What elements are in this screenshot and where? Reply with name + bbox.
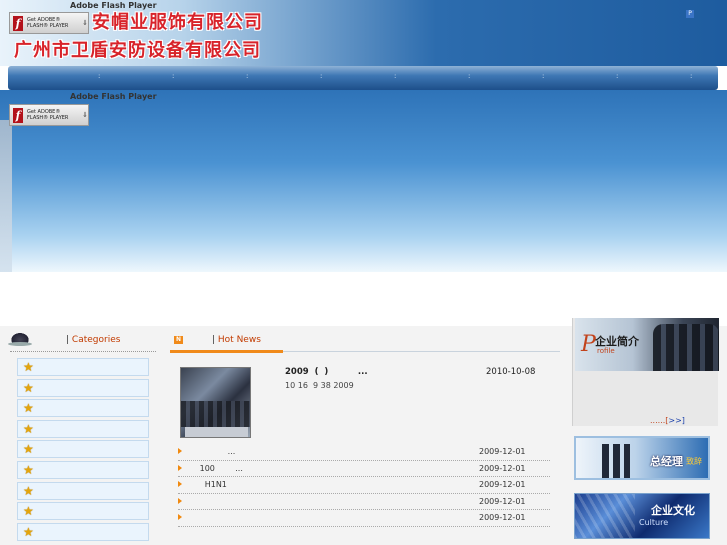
banner-flash-label: Adobe Flash Player	[70, 92, 157, 101]
flash-banner	[0, 90, 727, 272]
culture-pattern	[575, 494, 635, 538]
banner-get-flash-player-button[interactable]: f Get ADOBE® FLASH® PLAYER ⇓	[9, 104, 89, 126]
image-crowd	[181, 401, 250, 427]
category-item[interactable]: ★	[17, 460, 149, 479]
culture-subtitle: Culture	[639, 518, 669, 527]
star-icon: ★	[23, 442, 34, 457]
nav-item[interactable]: :	[542, 72, 546, 82]
star-icon: ★	[23, 360, 34, 374]
nav-item[interactable]: :	[394, 72, 398, 82]
bullet-arrow-icon	[178, 448, 182, 454]
company-profile-box: P 企业简介 rofile	[572, 318, 719, 426]
header-accent-line	[170, 350, 283, 353]
news-list: ... 2009-12-01 100 ... 2009-12-01 H1N1 2…	[178, 444, 550, 527]
flash-button-text: Get ADOBE® FLASH® PLAYER	[27, 17, 69, 29]
category-item[interactable]: ★	[17, 522, 149, 541]
bullet-arrow-icon	[178, 464, 182, 471]
category-item[interactable]: ★	[17, 502, 149, 521]
bullet-arrow-icon	[178, 514, 182, 520]
nav-item[interactable]: :	[616, 72, 620, 82]
police-cap-icon	[8, 332, 32, 346]
star-icon: ★	[23, 401, 34, 416]
get-flash-player-button[interactable]: f Get ADOBE® FLASH® PLAYER ⇓	[9, 12, 89, 34]
categories-header: | Categories	[8, 330, 156, 352]
news-item[interactable]: ... 2009-12-01	[178, 444, 550, 461]
download-icon: ⇓	[82, 19, 88, 27]
category-list: ★ ★ ★ ★ ★ ★ ★ ★ ★	[17, 358, 149, 543]
news-item[interactable]: 2009-12-01	[178, 494, 550, 510]
category-item[interactable]: ★	[17, 419, 149, 438]
nav-item[interactable]: :	[98, 72, 102, 82]
more-link[interactable]: >>]	[668, 416, 685, 425]
more-prefix: ......[	[650, 416, 669, 425]
news-item[interactable]: 2009-12-01	[178, 510, 550, 527]
star-icon: ★	[23, 380, 34, 395]
image-display-table	[185, 427, 248, 437]
featured-news-date: 2010-10-08	[486, 367, 536, 377]
nav-item[interactable]: :	[246, 72, 250, 82]
hot-news-heading-text: Hot News	[217, 335, 261, 345]
category-item[interactable]: ★	[17, 481, 149, 500]
banner-edge	[0, 120, 12, 272]
category-item[interactable]: ★	[17, 399, 149, 418]
news-date: 2009-12-01	[479, 480, 526, 489]
bullet-arrow-icon	[178, 481, 182, 487]
featured-news-title[interactable]: 2009 ( ) ...	[285, 367, 368, 377]
culture-title: 企业文化	[651, 504, 695, 517]
category-item[interactable]: ★	[17, 440, 149, 459]
star-icon: ★	[23, 483, 34, 498]
profile-p-letter: P	[581, 332, 596, 357]
category-item[interactable]: ★	[17, 378, 149, 397]
hot-news-header: N | Hot News	[170, 330, 560, 353]
news-icon: N	[174, 336, 183, 344]
nav-item[interactable]: :	[468, 72, 472, 82]
profile-subtitle: rofile	[597, 347, 615, 355]
nav-item[interactable]: :	[690, 72, 694, 82]
featured-news-image[interactable]	[180, 367, 251, 438]
featured-news-summary: 10 16 9 38 2009	[285, 381, 354, 390]
flash-logo-icon: f	[13, 15, 24, 31]
main-navigation: : : : : : : : : :	[8, 66, 718, 90]
news-item[interactable]: H1N1 2009-12-01	[178, 477, 550, 494]
hot-news-heading: | Hot News	[212, 335, 261, 345]
star-icon: ★	[23, 421, 34, 436]
download-icon: ⇓	[82, 111, 88, 119]
category-item[interactable]: ★	[17, 358, 149, 376]
star-icon: ★	[23, 524, 34, 539]
categories-heading: | Categories	[66, 335, 121, 345]
gm-subtitle: 致辞	[686, 457, 702, 466]
profile-more: ......[>>]	[650, 416, 685, 425]
news-title[interactable]: H1N1	[192, 480, 227, 489]
profile-people-image	[653, 324, 719, 371]
flash-logo-icon: f	[13, 107, 24, 123]
general-manager-message-banner[interactable]: 总经理 致辞	[574, 436, 710, 480]
gm-title: 总经理	[650, 455, 683, 468]
site-header: Adobe Flash Player f Get ADOBE® FLASH® P…	[0, 0, 727, 66]
categories-heading-text: Categories	[71, 335, 121, 345]
nav-item[interactable]: :	[320, 72, 324, 82]
profile-banner: P 企业简介 rofile	[575, 318, 719, 371]
news-title[interactable]: ...	[192, 447, 236, 456]
flash-corner-icon[interactable]: P	[686, 10, 694, 18]
business-people-image	[602, 444, 630, 478]
news-date: 2009-12-01	[479, 447, 526, 456]
company-name-line1: 安帽业服饰有限公司	[92, 12, 263, 33]
corporate-culture-banner[interactable]: 企业文化 Culture	[574, 493, 710, 539]
star-icon: ★	[23, 462, 34, 477]
bullet-arrow-icon	[178, 497, 182, 504]
nav-item[interactable]: :	[172, 72, 176, 82]
star-icon: ★	[23, 504, 34, 519]
news-date: 2009-12-01	[479, 463, 526, 473]
company-name-line2: 广州市卫盾安防设备有限公司	[14, 40, 261, 61]
news-title[interactable]: 100 ...	[192, 464, 243, 473]
news-item[interactable]: 100 ... 2009-12-01	[178, 461, 550, 477]
news-date: 2009-12-01	[479, 513, 526, 522]
flash-button-text: Get ADOBE® FLASH® PLAYER	[27, 109, 69, 121]
news-date: 2009-12-01	[479, 496, 526, 506]
